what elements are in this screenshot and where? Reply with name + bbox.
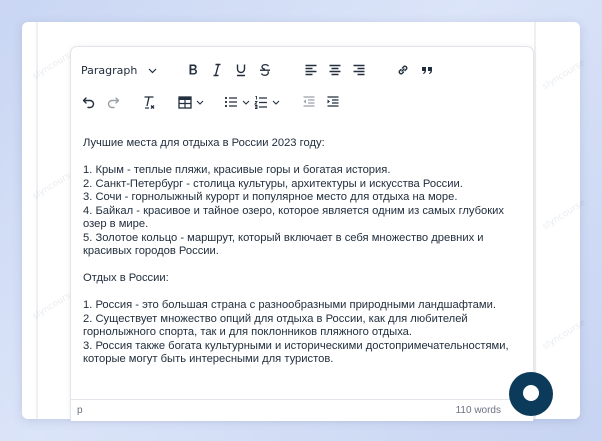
underline-button[interactable] [229, 58, 253, 82]
list-item: 5. Золотое кольцо - маршрут, который вкл… [83, 231, 484, 258]
strikethrough-icon [258, 63, 272, 77]
align-center-icon [328, 63, 342, 77]
numbered-list-split-button[interactable] [251, 90, 281, 114]
toolbar-row-2 [77, 87, 345, 117]
undo-button[interactable] [77, 90, 101, 114]
section-heading: Лучшие места для отдыха в России 2023 го… [83, 137, 325, 149]
element-path[interactable]: p [77, 405, 83, 416]
redo-button[interactable] [101, 90, 125, 114]
outdent-button[interactable] [297, 90, 321, 114]
editor-content-area[interactable]: Лучшие места для отдыха в России 2023 го… [71, 137, 533, 387]
block-format-select[interactable]: Paragraph [79, 58, 159, 82]
align-left-button[interactable] [299, 58, 323, 82]
table-menu-button[interactable] [175, 90, 205, 114]
bullet-list-split-button[interactable] [221, 90, 251, 114]
blockquote-button[interactable] [415, 58, 439, 82]
table-icon [178, 95, 192, 109]
left-gutter-line [36, 22, 38, 419]
right-gutter-line [534, 22, 536, 419]
indent-icon [326, 95, 340, 109]
numbered-list-button[interactable] [251, 90, 271, 114]
indent-button[interactable] [321, 90, 345, 114]
italic-icon [210, 63, 224, 77]
bullet-list-icon [224, 95, 238, 109]
list-item: 4. Байкал - красивое и тайное озеро, кот… [83, 204, 505, 231]
toolbar-row-1: Paragraph [77, 55, 439, 85]
italic-button[interactable] [205, 58, 229, 82]
clear-formatting-button[interactable] [137, 90, 161, 114]
align-center-button[interactable] [323, 58, 347, 82]
clear-formatting-icon [142, 95, 156, 109]
link-icon [396, 63, 410, 77]
strikethrough-button[interactable] [253, 58, 277, 82]
rich-text-editor: Paragraph Лучшие места для отдыха в Росс… [70, 46, 534, 421]
chevron-down-icon [241, 100, 251, 105]
list-item: 2. Существует множество опций для отдыха… [83, 312, 468, 339]
align-right-icon [352, 63, 366, 77]
bold-button[interactable] [181, 58, 205, 82]
list-item: 3. Сочи - горнолыжный курорт и популярно… [83, 191, 458, 203]
blockquote-icon [420, 63, 434, 77]
chevron-down-icon [148, 64, 157, 77]
bullet-list-button[interactable] [221, 90, 241, 114]
numbered-list-icon [254, 95, 268, 109]
outdent-icon [302, 95, 316, 109]
chevron-down-icon [195, 100, 205, 105]
list-item: 2. Санкт-Петербург - столица культуры, а… [83, 177, 463, 190]
list-item: 3. Россия также богата культурными и ист… [83, 339, 509, 366]
section-heading: Отдых в России: [83, 272, 169, 284]
bold-icon [186, 63, 200, 77]
undo-icon [82, 95, 96, 109]
redo-icon [106, 95, 120, 109]
list-item: 1. Крым - теплые пляжи, красивые горы и … [83, 164, 391, 176]
floating-action-button[interactable] [509, 372, 553, 416]
chevron-down-icon [271, 100, 281, 105]
block-format-label: Paragraph [81, 63, 138, 77]
table-button[interactable] [175, 90, 195, 114]
align-right-button[interactable] [347, 58, 371, 82]
word-count[interactable]: 110 words [456, 405, 501, 416]
link-button[interactable] [391, 58, 415, 82]
list-item: 1. Россия - это большая страна с разнооб… [83, 299, 496, 311]
underline-icon [234, 63, 248, 77]
editor-statusbar: p 110 words [71, 399, 533, 421]
align-left-icon [304, 63, 318, 77]
